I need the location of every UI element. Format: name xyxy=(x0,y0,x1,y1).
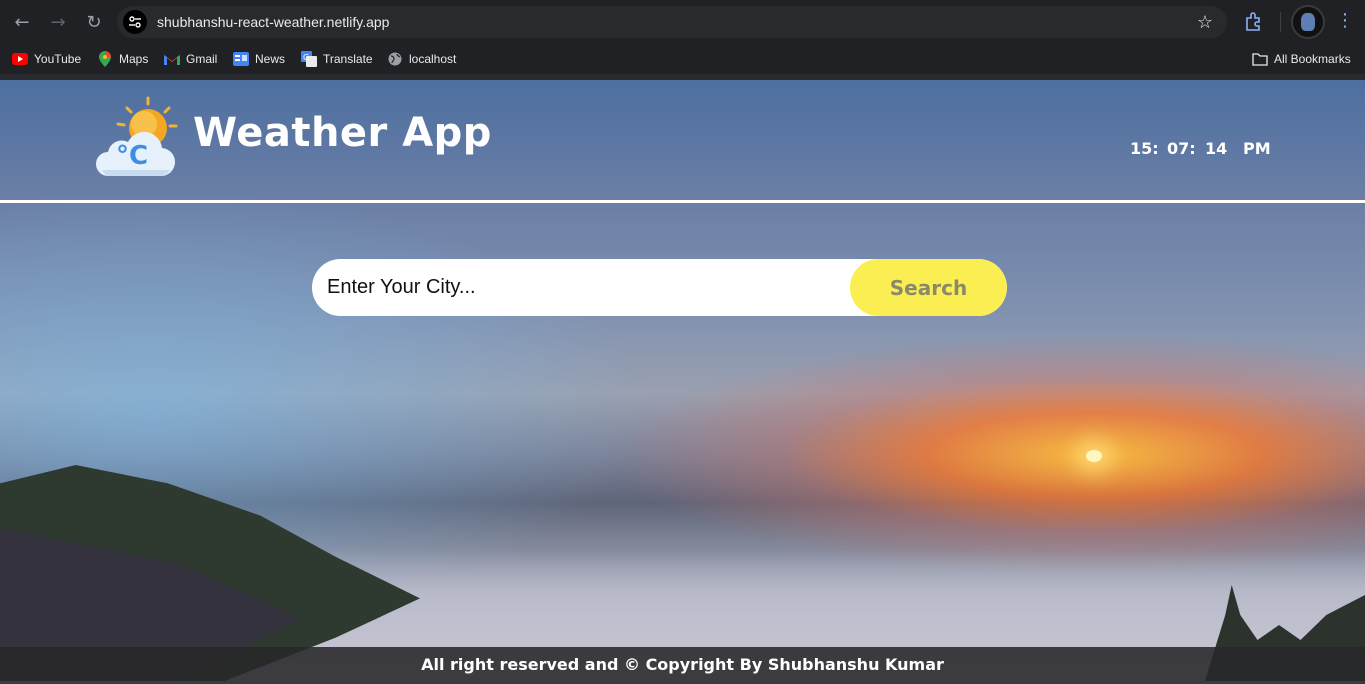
address-bar[interactable]: shubhanshu-react-weather.netlify.app ☆ xyxy=(117,6,1227,38)
url-text[interactable]: shubhanshu-react-weather.netlify.app xyxy=(157,14,389,30)
extensions-icon[interactable] xyxy=(1243,10,1265,32)
city-search-input[interactable] xyxy=(312,259,872,316)
all-bookmarks-label: All Bookmarks xyxy=(1274,52,1351,66)
weather-page: °C Weather App 15: 07: 14 PM Search All … xyxy=(0,80,1365,684)
header-divider xyxy=(0,200,1365,203)
reload-icon[interactable]: ↻ xyxy=(82,10,106,34)
bookmark-maps[interactable]: Maps xyxy=(97,51,148,67)
bookmark-gmail[interactable]: Gmail xyxy=(164,51,217,67)
browser-toolbar: ← → ↻ shubhanshu-react-weather.netlify.a… xyxy=(0,0,1365,44)
bookmark-label: Translate xyxy=(323,52,373,66)
copyright-text: All right reserved and © Copyright By Sh… xyxy=(421,654,944,674)
translate-icon: G xyxy=(301,51,317,67)
page-title: Weather App xyxy=(193,110,492,156)
menu-icon[interactable]: ⋮ xyxy=(1336,10,1354,31)
back-icon[interactable]: ← xyxy=(10,10,34,34)
maps-icon xyxy=(97,51,113,67)
clock-minutes: 07: xyxy=(1167,139,1196,158)
bookmark-news[interactable]: News xyxy=(233,51,285,67)
folder-icon xyxy=(1252,51,1268,67)
background-sun xyxy=(1086,450,1102,462)
page-footer: All right reserved and © Copyright By Sh… xyxy=(0,647,1365,681)
bookmarks-bar: YouTube Maps Gmail News G Translate loca… xyxy=(0,44,1365,74)
bookmark-label: localhost xyxy=(409,52,457,66)
svg-text:°C: °C xyxy=(116,141,148,171)
news-icon xyxy=(233,51,249,67)
bookmark-youtube[interactable]: YouTube xyxy=(12,51,81,67)
clock-hours: 15: xyxy=(1130,139,1159,158)
svg-text:G: G xyxy=(303,53,309,62)
globe-icon xyxy=(387,51,403,67)
forward-icon[interactable]: → xyxy=(46,10,70,34)
bookmark-label: YouTube xyxy=(34,52,82,66)
weather-logo-icon: °C xyxy=(96,96,178,177)
search-bar: Search xyxy=(312,259,1007,316)
clock-seconds: 14 xyxy=(1205,139,1228,158)
bookmark-label: News xyxy=(255,52,286,66)
bookmark-localhost[interactable]: localhost xyxy=(387,51,456,67)
toolbar-divider xyxy=(1280,12,1281,32)
bookmark-star-icon[interactable]: ☆ xyxy=(1197,12,1213,33)
bookmark-label: Maps xyxy=(119,52,149,66)
youtube-icon xyxy=(12,51,28,67)
profile-avatar[interactable] xyxy=(1291,5,1325,39)
page-header: °C Weather App 15: 07: 14 PM xyxy=(0,80,1365,201)
gmail-icon xyxy=(164,51,180,67)
bookmark-translate[interactable]: G Translate xyxy=(301,51,373,67)
clock-ampm: PM xyxy=(1243,139,1271,158)
site-info-icon[interactable] xyxy=(123,10,147,34)
bookmark-label: Gmail xyxy=(186,52,218,66)
all-bookmarks[interactable]: All Bookmarks xyxy=(1252,51,1351,67)
search-button[interactable]: Search xyxy=(850,259,1007,316)
